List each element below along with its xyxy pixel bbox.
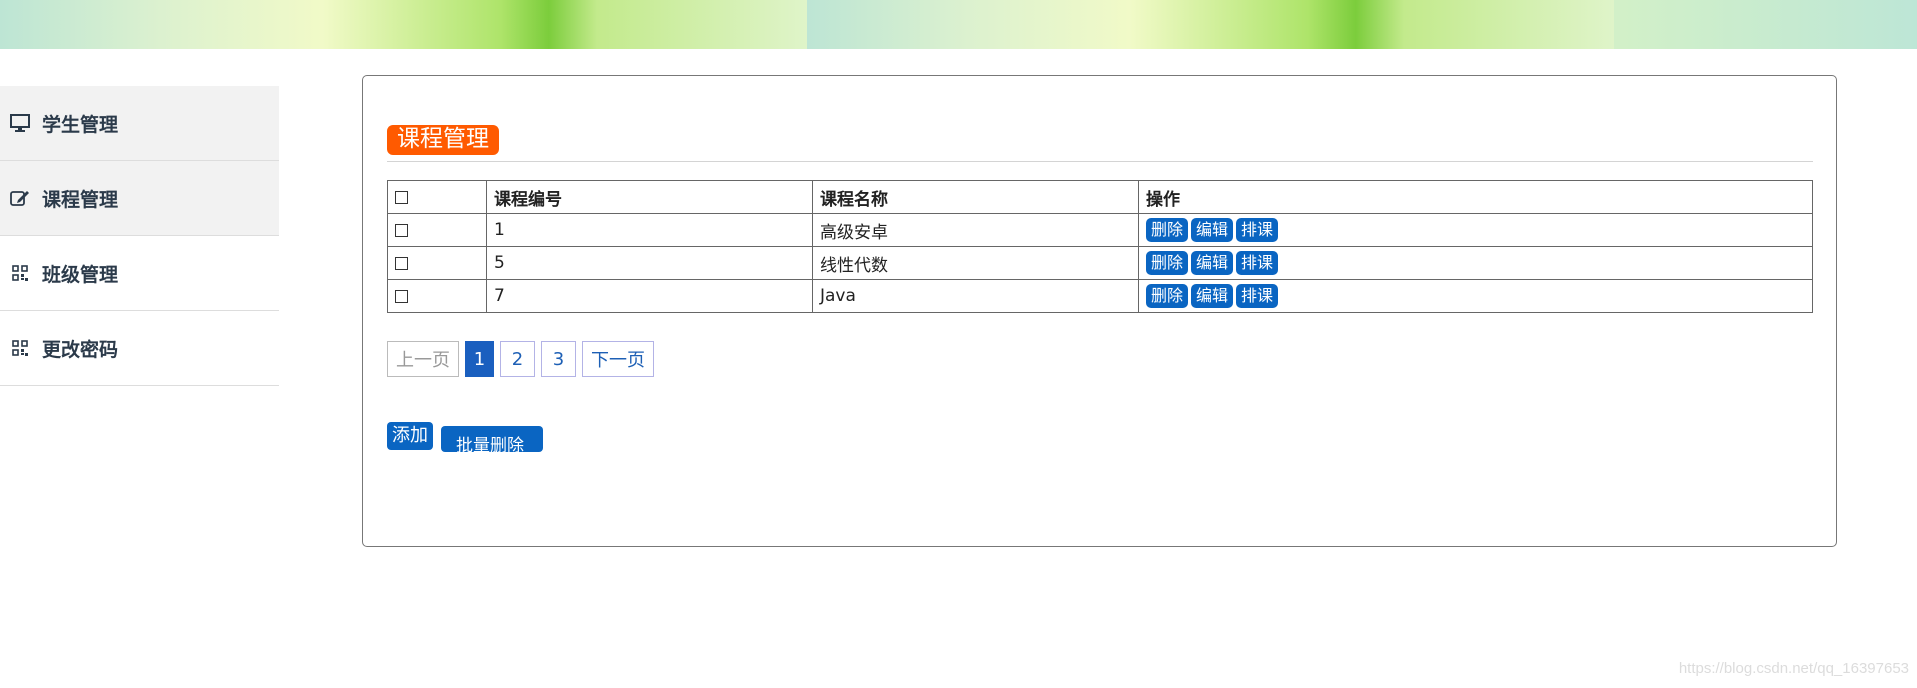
row-checkbox[interactable] [395,256,408,270]
sidebar-item-label: 学生管理 [42,113,119,136]
course-name-cell: 高级安卓 [812,213,1139,247]
row-checkbox[interactable] [395,289,408,303]
edit-icon [8,188,32,208]
checkbox-cell [387,279,487,313]
course-id-cell: 1 [486,213,813,247]
course-id-cell: 7 [486,279,813,313]
table-row: 1 高级安卓 删除 编辑 排课 [387,213,1813,247]
next-page-button[interactable]: 下一页 [582,341,654,377]
sidebar-item-change-password[interactable]: 更改密码 [0,311,279,386]
schedule-button[interactable]: 排课 [1236,284,1279,308]
checkbox-cell [387,213,487,247]
sidebar-item-courses[interactable]: 课程管理 [0,161,279,236]
edit-button[interactable]: 编辑 [1191,251,1234,275]
page-title: 课程管理 [387,125,499,155]
add-button[interactable]: 添加 [387,422,433,450]
column-header-course-name: 课程名称 [812,180,1139,214]
schedule-button[interactable]: 排课 [1236,218,1279,242]
course-name-cell: 线性代数 [812,246,1139,280]
page-button-2[interactable]: 2 [500,341,535,377]
banner-image-right [807,0,1614,49]
course-management-panel: 课程管理 课程编号 课程名称 操作 1 高级安卓 删除 编辑 排课 5 线性代数… [362,75,1837,547]
qrcode-icon [8,338,32,358]
page-button-3[interactable]: 3 [541,341,576,377]
actions-cell: 删除 编辑 排课 [1138,246,1813,280]
table-header-row: 课程编号 课程名称 操作 [387,180,1813,214]
sidebar-item-students[interactable]: 学生管理 [0,86,279,161]
actions-cell: 删除 编辑 排课 [1138,279,1813,313]
edit-button[interactable]: 编辑 [1191,218,1234,242]
bulk-delete-label: 批量删除 [456,436,524,452]
sidebar-item-label: 课程管理 [42,188,119,211]
sidebar-item-label: 班级管理 [42,263,119,286]
header-banner [0,0,1917,49]
delete-button[interactable]: 删除 [1146,218,1189,242]
title-row: 课程管理 [387,125,1813,162]
banner-image-left [0,0,807,49]
select-all-cell [387,180,487,214]
course-name-cell: Java [812,279,1139,313]
table-row: 7 Java 删除 编辑 排课 [387,279,1813,313]
delete-button[interactable]: 删除 [1146,284,1189,308]
bulk-delete-button[interactable]: 批量删除 [441,426,543,452]
course-table: 课程编号 课程名称 操作 1 高级安卓 删除 编辑 排课 5 线性代数 删除 编辑 排课 [387,180,1813,313]
row-checkbox[interactable] [395,223,408,237]
schedule-button[interactable]: 排课 [1236,251,1279,275]
checkbox-cell [387,246,487,280]
watermark: https://blog.csdn.net/qq_16397653 [1678,660,1909,677]
select-all-checkbox[interactable] [395,190,408,204]
pagination: 上一页 1 2 3 下一页 [387,341,660,377]
edit-button[interactable]: 编辑 [1191,284,1234,308]
table-row: 5 线性代数 删除 编辑 排课 [387,246,1813,280]
monitor-icon [8,113,32,133]
sidebar-item-label: 更改密码 [42,338,119,361]
sidebar: 学生管理 课程管理 班级管理 更改密码 [0,86,279,386]
prev-page-button[interactable]: 上一页 [387,341,459,377]
column-header-actions: 操作 [1138,180,1813,214]
column-header-course-id: 课程编号 [486,180,813,214]
sidebar-item-classes[interactable]: 班级管理 [0,236,279,311]
actions-cell: 删除 编辑 排课 [1138,213,1813,247]
course-id-cell: 5 [486,246,813,280]
delete-button[interactable]: 删除 [1146,251,1189,275]
page-button-1[interactable]: 1 [465,341,494,377]
qrcode-icon [8,263,32,283]
